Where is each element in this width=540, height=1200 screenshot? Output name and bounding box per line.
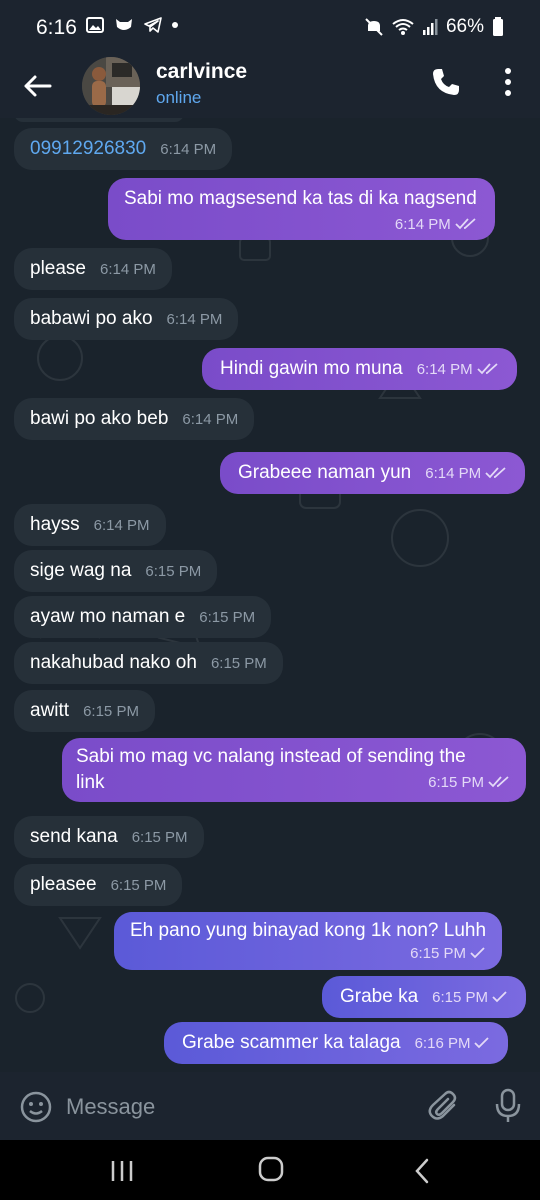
chat-header: carlvince online <box>0 56 540 118</box>
outgoing-message[interactable]: Sabi mo magsesend ka tas di ka nagsend 6… <box>108 178 495 240</box>
double-check-icon <box>488 776 509 788</box>
message-text-continued: link <box>76 772 105 793</box>
message-text: hayss <box>30 514 80 535</box>
message-time: 6:15 PM <box>410 945 467 962</box>
check-icon <box>470 947 485 959</box>
incoming-message[interactable]: nakahubad nako oh 6:15 PM <box>14 642 283 684</box>
app-notification-icon <box>116 19 132 30</box>
message-time: 6:15 PM <box>83 703 139 720</box>
attach-icon[interactable] <box>428 1090 460 1124</box>
battery-percent: 66% <box>445 16 484 37</box>
check-icon <box>492 991 507 1003</box>
dot-icon <box>172 22 178 28</box>
microphone-icon[interactable] <box>494 1088 522 1124</box>
phone-number-link[interactable]: 09912926830 <box>30 138 146 159</box>
incoming-message[interactable]: babawi po ako 6:14 PM <box>14 298 239 340</box>
message-time: 6:15 PM <box>428 774 484 791</box>
outgoing-message[interactable]: Grabe scammer ka talaga 6:16 PM <box>164 1022 509 1064</box>
incoming-message[interactable]: send kana 6:15 PM <box>14 816 204 858</box>
contact-status: online <box>156 88 202 107</box>
incoming-message[interactable]: 09912926830 6:14 PM <box>14 128 233 170</box>
message-text: Grabe scammer ka talaga <box>182 1032 401 1053</box>
message-text: Sabi mo magsesend ka tas di ka nagsend <box>124 188 477 209</box>
message-text: bawi po ako beb <box>30 408 169 429</box>
message-text: pleasee <box>30 874 97 895</box>
message-time: 6:15 PM <box>432 989 489 1006</box>
message-text: babawi po ako <box>30 308 153 329</box>
incoming-message[interactable]: ayaw mo naman e 6:15 PM <box>14 596 272 638</box>
message-time: 6:14 PM <box>166 311 223 328</box>
battery-icon <box>493 17 503 36</box>
outgoing-message[interactable]: Grabeee naman yun 6:14 PM <box>220 452 526 494</box>
message-time: 6:14 PM <box>394 216 451 233</box>
double-check-icon <box>485 467 506 479</box>
outgoing-message[interactable]: Sabi mo mag vc nalang instead of sending… <box>62 738 526 802</box>
nav-back-icon[interactable] <box>414 1158 430 1184</box>
message-text: please <box>30 258 86 279</box>
message-text: sige wag na <box>30 560 132 581</box>
more-options-icon[interactable] <box>500 66 516 98</box>
message-time: 6:14 PM <box>160 141 217 158</box>
message-time: 6:14 PM <box>416 361 473 378</box>
message-text: send kana <box>30 826 118 847</box>
double-check-icon <box>476 363 498 375</box>
wifi-icon <box>392 19 414 35</box>
home-icon[interactable] <box>258 1156 284 1182</box>
message-text: awitt <box>30 700 70 721</box>
message-time: 6:15 PM <box>131 829 188 846</box>
outgoing-message[interactable]: Eh pano yung binayad kong 1k non? Luhh 6… <box>114 912 503 970</box>
incoming-message[interactable]: sige wag na 6:15 PM <box>14 550 218 592</box>
check-icon <box>474 1037 490 1049</box>
message-time: 6:15 PM <box>210 655 267 672</box>
message-text: Grabeee naman yun <box>238 462 412 483</box>
message-time: 6:15 PM <box>199 609 256 626</box>
status-bar: 6:16 66% <box>0 0 540 56</box>
message-time: 6:14 PM <box>182 411 239 428</box>
partial-incoming-bubble <box>14 118 184 122</box>
mute-icon <box>365 18 383 36</box>
message-list[interactable]: 09912926830 6:14 PM Sabi mo magsesend ka … <box>0 118 540 1072</box>
incoming-message[interactable]: bawi po ako beb 6:14 PM <box>14 398 255 440</box>
message-time: 6:14 PM <box>93 517 150 534</box>
message-time: 6:14 PM <box>100 261 156 278</box>
telegram-icon <box>144 17 162 33</box>
recent-apps-icon[interactable] <box>110 1160 134 1182</box>
incoming-message[interactable]: please 6:14 PM <box>14 248 172 290</box>
message-time: 6:14 PM <box>425 465 482 482</box>
signal-icon <box>422 19 438 35</box>
system-navigation-bar <box>0 1140 540 1200</box>
message-text: nakahubad nako oh <box>30 652 197 673</box>
message-time: 6:15 PM <box>110 877 167 894</box>
incoming-message[interactable]: hayss 6:14 PM <box>14 504 166 546</box>
double-check-icon <box>455 218 476 230</box>
message-input[interactable]: Message <box>66 1094 155 1120</box>
message-text: Sabi mo mag vc nalang instead of sending… <box>76 746 466 767</box>
message-text: Grabe ka <box>340 986 419 1007</box>
outgoing-message[interactable]: Hindi gawin mo muna 6:14 PM <box>202 348 517 390</box>
incoming-message[interactable]: awitt 6:15 PM <box>14 690 155 732</box>
message-text: Eh pano yung binayad kong 1k non? Luhh <box>130 920 487 941</box>
message-time: 6:16 PM <box>414 1035 471 1052</box>
message-text: Hindi gawin mo muna <box>220 358 403 379</box>
status-time: 6:16 <box>36 16 77 39</box>
incoming-message[interactable]: pleasee 6:15 PM <box>14 864 183 906</box>
emoji-icon[interactable] <box>20 1091 52 1123</box>
message-time: 6:15 PM <box>145 563 202 580</box>
gallery-icon <box>86 17 104 33</box>
outgoing-message[interactable]: Grabe ka 6:15 PM <box>322 976 527 1018</box>
message-composer: Message <box>0 1072 540 1140</box>
avatar[interactable] <box>82 57 140 115</box>
back-arrow-icon[interactable] <box>20 68 56 104</box>
contact-name[interactable]: carlvince <box>156 60 247 84</box>
phone-icon[interactable] <box>430 66 462 98</box>
message-text: ayaw mo naman e <box>30 606 186 627</box>
